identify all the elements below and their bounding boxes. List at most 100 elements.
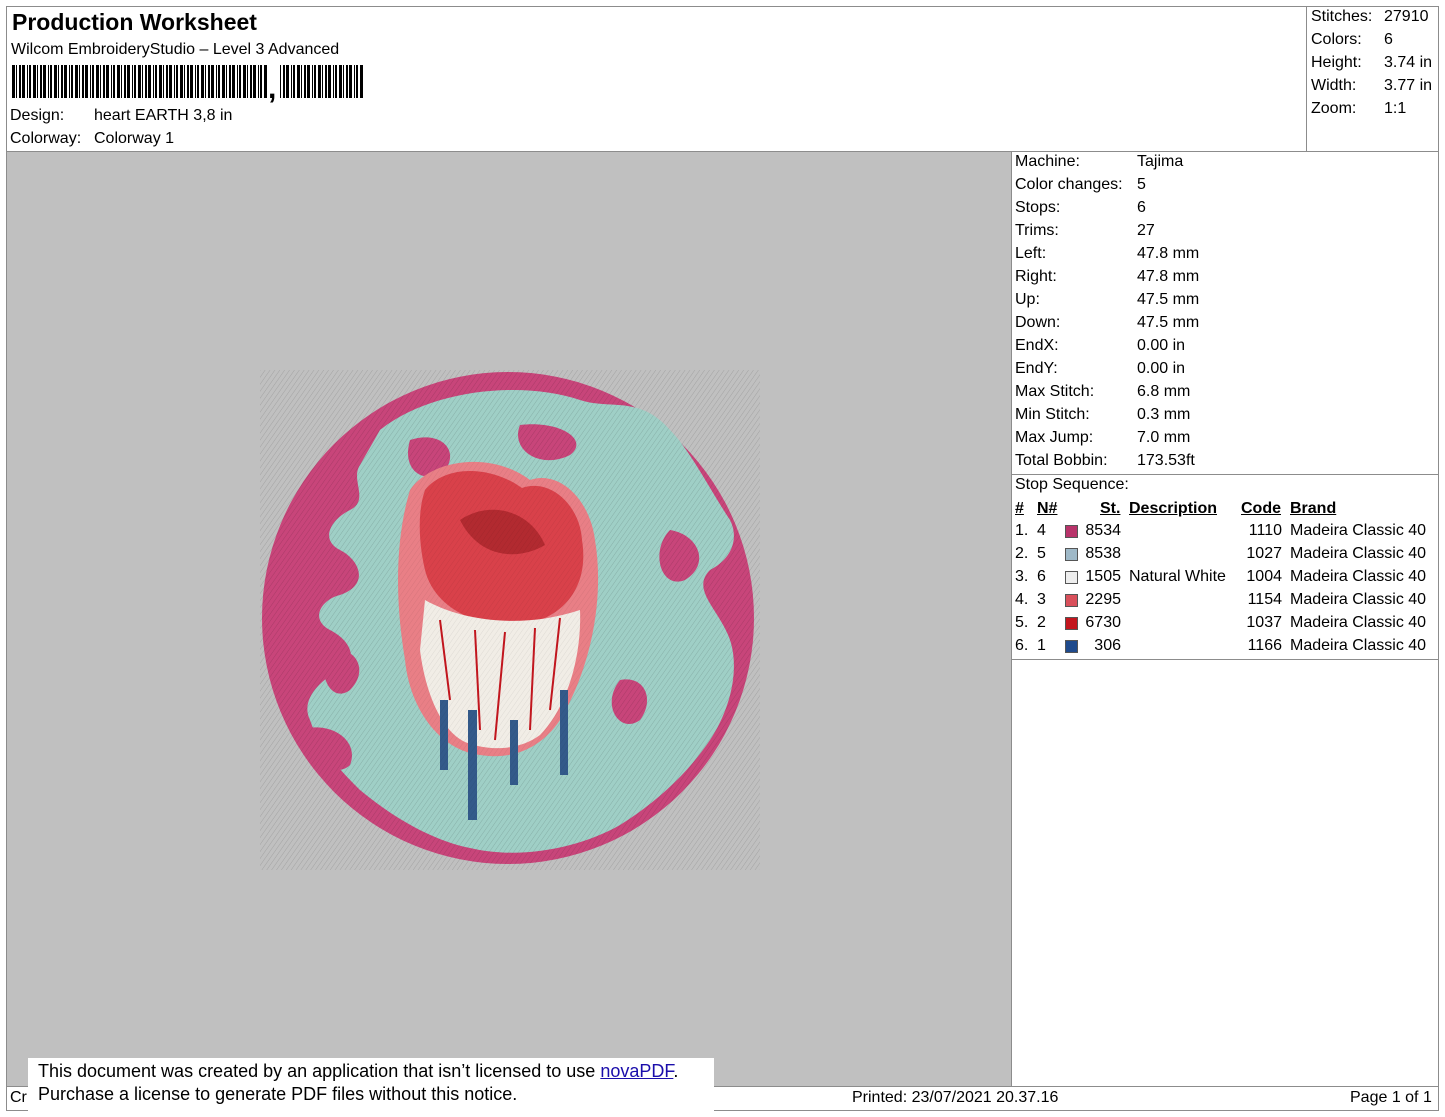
page-number: Page 1 of 1: [1350, 1089, 1432, 1106]
col-header-st: St.: [1100, 500, 1121, 517]
machine-info-label: Stops:: [1015, 199, 1061, 216]
novapdf-link[interactable]: novaPDF: [600, 1061, 673, 1081]
height-label: Height:: [1311, 54, 1362, 71]
row-num: 3.: [1015, 568, 1029, 585]
machine-info-value: 0.00 in: [1137, 337, 1186, 354]
row-brand: Madeira Classic 40: [1290, 568, 1427, 585]
col-header-num: #: [1015, 500, 1024, 517]
stitches-value: 27910: [1384, 8, 1429, 25]
row-code: 1110: [1248, 522, 1282, 539]
row-needle: 5: [1037, 545, 1046, 562]
machine-info-value: 173.53ft: [1137, 452, 1195, 469]
row-code: 1166: [1247, 637, 1282, 654]
colors-value: 6: [1384, 31, 1393, 48]
row-brand: Madeira Classic 40: [1290, 522, 1427, 539]
machine-info-value: Tajima: [1137, 153, 1184, 170]
col-header-brand: Brand: [1290, 500, 1337, 517]
design-label: Design:: [10, 107, 65, 124]
notice-line1-prefix: This document was created by an applicat…: [38, 1061, 601, 1081]
embroidery-design-image: [260, 370, 760, 870]
zoom-value: 1:1: [1384, 100, 1407, 117]
page-title: Production Worksheet: [12, 9, 257, 35]
color-swatch: [1065, 640, 1078, 653]
row-stitches: 8534: [1085, 522, 1121, 539]
row-needle: 3: [1037, 591, 1046, 608]
colorway-value: Colorway 1: [94, 130, 175, 147]
row-brand: Madeira Classic 40: [1290, 637, 1427, 654]
notice-line2: Purchase a license to generate PDF files…: [38, 1084, 518, 1104]
barcode-image: [12, 65, 363, 98]
machine-info-value: 47.5 mm: [1137, 314, 1200, 331]
row-description: Natural White: [1129, 568, 1226, 585]
row-num: 6.: [1015, 637, 1029, 654]
notice-line1-suffix: .: [673, 1061, 679, 1081]
machine-info-label: EndY:: [1015, 360, 1058, 377]
row-num: 4.: [1015, 591, 1029, 608]
col-header-description: Description: [1129, 500, 1218, 517]
machine-info-label: Right:: [1015, 268, 1057, 285]
color-swatch: [1065, 594, 1078, 607]
printed-date: Printed: 23/07/2021 20.37.16: [852, 1089, 1059, 1106]
row-needle: 6: [1037, 568, 1046, 585]
row-code: 1154: [1247, 591, 1282, 608]
machine-info-value: 0.00 in: [1137, 360, 1186, 377]
stop-sequence-divider: [1012, 659, 1438, 660]
colorway-label: Colorway:: [10, 130, 82, 147]
machine-info-label: Trims:: [1015, 222, 1059, 239]
machine-info-label: Machine:: [1015, 153, 1080, 170]
stop-sequence-title: Stop Sequence:: [1015, 476, 1129, 493]
footer-cut-text: Cr: [10, 1089, 27, 1106]
machine-info-value: 47.8 mm: [1137, 268, 1200, 285]
machine-info-value: 47.8 mm: [1137, 245, 1200, 262]
stitches-label: Stitches:: [1311, 8, 1373, 25]
row-code: 1004: [1246, 568, 1282, 585]
color-swatch: [1065, 548, 1078, 561]
machine-info-divider: [1012, 474, 1438, 475]
row-code: 1027: [1246, 545, 1282, 562]
machine-info-label: Max Stitch:: [1015, 383, 1095, 400]
col-header-n: N#: [1037, 500, 1058, 517]
software-name: Wilcom EmbroideryStudio – Level 3 Advanc…: [11, 41, 340, 58]
barcode-comma: ,: [268, 72, 277, 105]
row-needle: 1: [1037, 637, 1046, 654]
row-brand: Madeira Classic 40: [1290, 591, 1427, 608]
row-num: 1.: [1015, 522, 1029, 539]
machine-info-label: Max Jump:: [1015, 429, 1094, 446]
row-stitches: 6730: [1085, 614, 1121, 631]
row-brand: Madeira Classic 40: [1290, 614, 1427, 631]
color-swatch: [1065, 571, 1078, 584]
machine-info-label: Min Stitch:: [1015, 406, 1090, 423]
zoom-label: Zoom:: [1311, 100, 1357, 117]
design-value: heart EARTH 3,8 in: [94, 107, 233, 124]
row-needle: 4: [1037, 522, 1046, 539]
machine-info-label: Color changes:: [1015, 176, 1123, 193]
license-notice: This document was created by an applicat…: [28, 1058, 714, 1114]
machine-info-value: 7.0 mm: [1137, 429, 1191, 446]
row-stitches: 2295: [1085, 591, 1121, 608]
color-swatch: [1065, 617, 1078, 630]
height-value: 3.74 in: [1384, 54, 1433, 71]
machine-info-value: 6.8 mm: [1137, 383, 1191, 400]
width-value: 3.77 in: [1384, 77, 1433, 94]
colors-label: Colors:: [1311, 31, 1362, 48]
width-label: Width:: [1311, 77, 1357, 94]
machine-info-label: Down:: [1015, 314, 1061, 331]
row-brand: Madeira Classic 40: [1290, 545, 1427, 562]
row-needle: 2: [1037, 614, 1046, 631]
machine-info-value: 5: [1137, 176, 1146, 193]
row-stitches: 306: [1094, 637, 1121, 654]
machine-info-value: 0.3 mm: [1137, 406, 1191, 423]
row-num: 5.: [1015, 614, 1029, 631]
row-code: 1037: [1246, 614, 1282, 631]
machine-info-label: EndX:: [1015, 337, 1059, 354]
row-num: 2.: [1015, 545, 1029, 562]
row-stitches: 8538: [1085, 545, 1121, 562]
machine-info-value: 6: [1137, 199, 1146, 216]
col-header-code: Code: [1241, 500, 1281, 517]
machine-info-value: 27: [1137, 222, 1155, 239]
color-swatch: [1065, 525, 1078, 538]
row-stitches: 1505: [1085, 568, 1121, 585]
machine-info-label: Left:: [1015, 245, 1047, 262]
machine-info-value: 47.5 mm: [1137, 291, 1200, 308]
machine-info-label: Up:: [1015, 291, 1040, 308]
